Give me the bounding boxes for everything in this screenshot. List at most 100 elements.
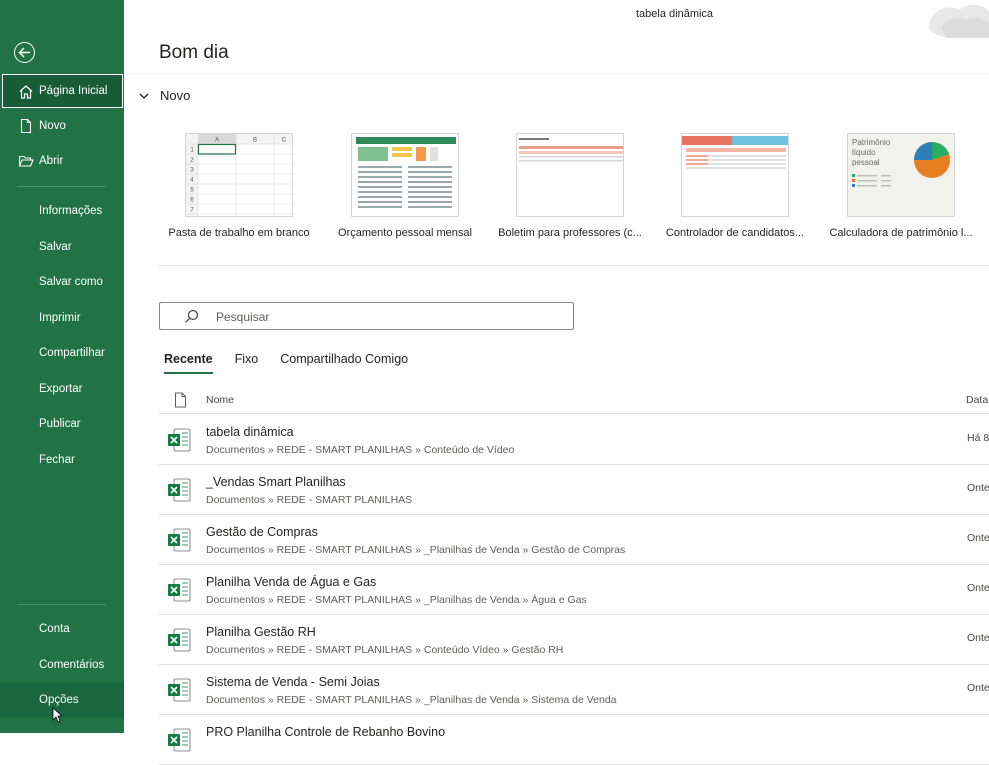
sidebar-item-label: Imprimir — [39, 312, 81, 324]
column-header-date[interactable]: Data — [966, 394, 988, 406]
template-caption: Pasta de trabalho em branco — [168, 227, 310, 239]
file-row[interactable]: tabela dinâmica Documentos » REDE - SMART… — [159, 415, 989, 465]
backstage-sidebar: Página Inicial Novo Abrir Informações Sa… — [0, 0, 124, 733]
file-path: Documentos » REDE - SMART PLANILHAS » _P… — [206, 544, 626, 556]
file-path: Documentos » REDE - SMART PLANILHAS » Co… — [206, 444, 515, 456]
excel-file-icon — [168, 478, 191, 502]
file-row[interactable]: PRO Planilha Controle de Rebanho Bovino — [159, 715, 989, 765]
file-row[interactable]: Sistema de Venda - Semi Joias Documentos … — [159, 665, 989, 715]
sidebar-item-home[interactable]: Página Inicial — [2, 74, 123, 108]
sidebar-item-label: Página Inicial — [39, 85, 108, 97]
column-header: B — [253, 138, 257, 144]
template-thumbnail: A B C 1 2 3 4 5 6 7 — [185, 133, 293, 217]
file-name: Planilha Gestão RH — [206, 625, 316, 639]
file-date: Onte — [967, 682, 989, 694]
file-name: Sistema de Venda - Semi Joias — [206, 675, 380, 689]
sidebar-item-open[interactable]: Abrir — [0, 144, 124, 178]
file-list-header: Nome Data — [159, 386, 989, 414]
template-thumbnail — [681, 133, 789, 217]
file-row[interactable]: _Vendas Smart Planilhas Documentos » REDE… — [159, 465, 989, 515]
file-path: Documentos » REDE - SMART PLANILHAS — [206, 494, 413, 506]
file-path: Documentos » REDE - SMART PLANILHAS » _P… — [206, 694, 617, 706]
sidebar-item-label: Salvar — [39, 241, 72, 253]
template-caption: Controlador de candidatos... — [665, 227, 805, 239]
sidebar-item-print[interactable]: Imprimir — [0, 301, 124, 335]
file-type-icon — [175, 392, 186, 408]
sidebar-item-label: Novo — [39, 120, 66, 132]
sidebar-item-save-as[interactable]: Salvar como — [0, 265, 124, 299]
file-name: tabela dinâmica — [206, 425, 294, 439]
search-placeholder: Pesquisar — [216, 310, 270, 324]
file-row[interactable]: Planilha Venda de Água e Gas Documentos »… — [159, 565, 989, 615]
sidebar-item-close[interactable]: Fechar — [0, 443, 124, 477]
document-title: tabela dinâmica — [636, 8, 714, 20]
template-caption: Boletim para professores (c... — [498, 227, 642, 239]
sidebar-divider — [17, 604, 106, 605]
sidebar-item-label: Informações — [39, 205, 103, 217]
excel-file-icon — [168, 578, 191, 602]
file-name: Planilha Venda de Água e Gas — [206, 575, 377, 589]
thumb-text: pessoal — [852, 158, 880, 167]
column-header: C — [282, 138, 287, 144]
sidebar-item-label: Comentários — [39, 659, 105, 671]
file-path: Documentos » REDE - SMART PLANILHAS » Co… — [206, 644, 564, 656]
folder-open-icon — [18, 155, 34, 167]
sidebar-item-share[interactable]: Compartilhar — [0, 336, 124, 370]
excel-file-icon — [168, 678, 191, 702]
template-thumbnail — [516, 133, 624, 217]
mouse-cursor-icon — [52, 707, 62, 723]
file-row[interactable]: Gestão de Compras Documentos » REDE - SMA… — [159, 515, 989, 565]
sidebar-item-info[interactable]: Informações — [0, 194, 124, 228]
template-caption: Calculadora de patrimônio l... — [829, 227, 973, 239]
file-name: Gestão de Compras — [206, 525, 318, 539]
file-name: PRO Planilha Controle de Rebanho Bovino — [206, 725, 446, 739]
home-icon — [19, 85, 33, 99]
thumb-text: Patrimônio — [852, 138, 891, 147]
chevron-down-icon — [139, 93, 149, 99]
excel-file-icon — [168, 728, 191, 752]
sidebar-item-new[interactable]: Novo — [0, 109, 124, 143]
sidebar-item-label: Fechar — [39, 454, 75, 466]
top-bar: tabela dinâmica Bom dia — [124, 0, 989, 74]
column-header-name[interactable]: Nome — [206, 394, 234, 406]
file-date: Onte — [967, 582, 989, 594]
greeting-heading: Bom dia — [159, 42, 229, 63]
sidebar-item-account[interactable]: Conta — [0, 612, 124, 646]
sidebar-item-label: Opções — [39, 694, 79, 706]
decorative-background-art — [928, 5, 989, 38]
thumb-text: líquido — [852, 148, 876, 157]
tab-recent[interactable]: Recente — [164, 352, 213, 374]
sidebar-item-export[interactable]: Exportar — [0, 372, 124, 406]
sidebar-item-label: Abrir — [39, 155, 64, 167]
search-input[interactable]: Pesquisar — [159, 302, 574, 330]
sidebar-divider — [17, 186, 106, 187]
file-date: Onte — [967, 532, 989, 544]
sidebar-item-save[interactable]: Salvar — [0, 230, 124, 264]
sidebar-item-label: Salvar como — [39, 276, 103, 288]
new-section-toggle[interactable]: Novo — [138, 88, 190, 103]
sidebar-item-publish[interactable]: Publicar — [0, 407, 124, 441]
excel-file-icon — [168, 528, 191, 552]
sidebar-item-label: Conta — [39, 623, 70, 635]
file-name: _Vendas Smart Planilhas — [206, 475, 346, 489]
sidebar-item-feedback[interactable]: Comentários — [0, 648, 124, 682]
file-date: Onte — [967, 482, 989, 494]
file-row[interactable]: Planilha Gestão RH Documentos » REDE - SM… — [159, 615, 989, 665]
new-document-icon — [20, 118, 32, 134]
template-thumbnail: Patrimônio líquido pessoal — [847, 133, 955, 217]
sidebar-item-label: Compartilhar — [39, 347, 105, 359]
new-section-title: Novo — [160, 88, 191, 103]
search-icon — [185, 309, 199, 323]
sidebar-item-label: Exportar — [39, 383, 83, 395]
column-header: A — [215, 138, 219, 144]
sidebar-item-options[interactable]: Opções — [0, 683, 124, 717]
file-date: Há 8 — [967, 432, 989, 444]
excel-file-icon — [168, 628, 191, 652]
back-arrow-icon[interactable] — [14, 42, 35, 63]
template-thumbnail — [351, 133, 459, 217]
section-divider — [159, 265, 989, 266]
tab-pinned[interactable]: Fixo — [235, 352, 259, 374]
file-path: Documentos » REDE - SMART PLANILHAS » _P… — [206, 594, 587, 606]
tab-shared-with-me[interactable]: Compartilhado Comigo — [280, 352, 408, 374]
file-list-tabs: Recente Fixo Compartilhado Comigo — [164, 352, 430, 374]
